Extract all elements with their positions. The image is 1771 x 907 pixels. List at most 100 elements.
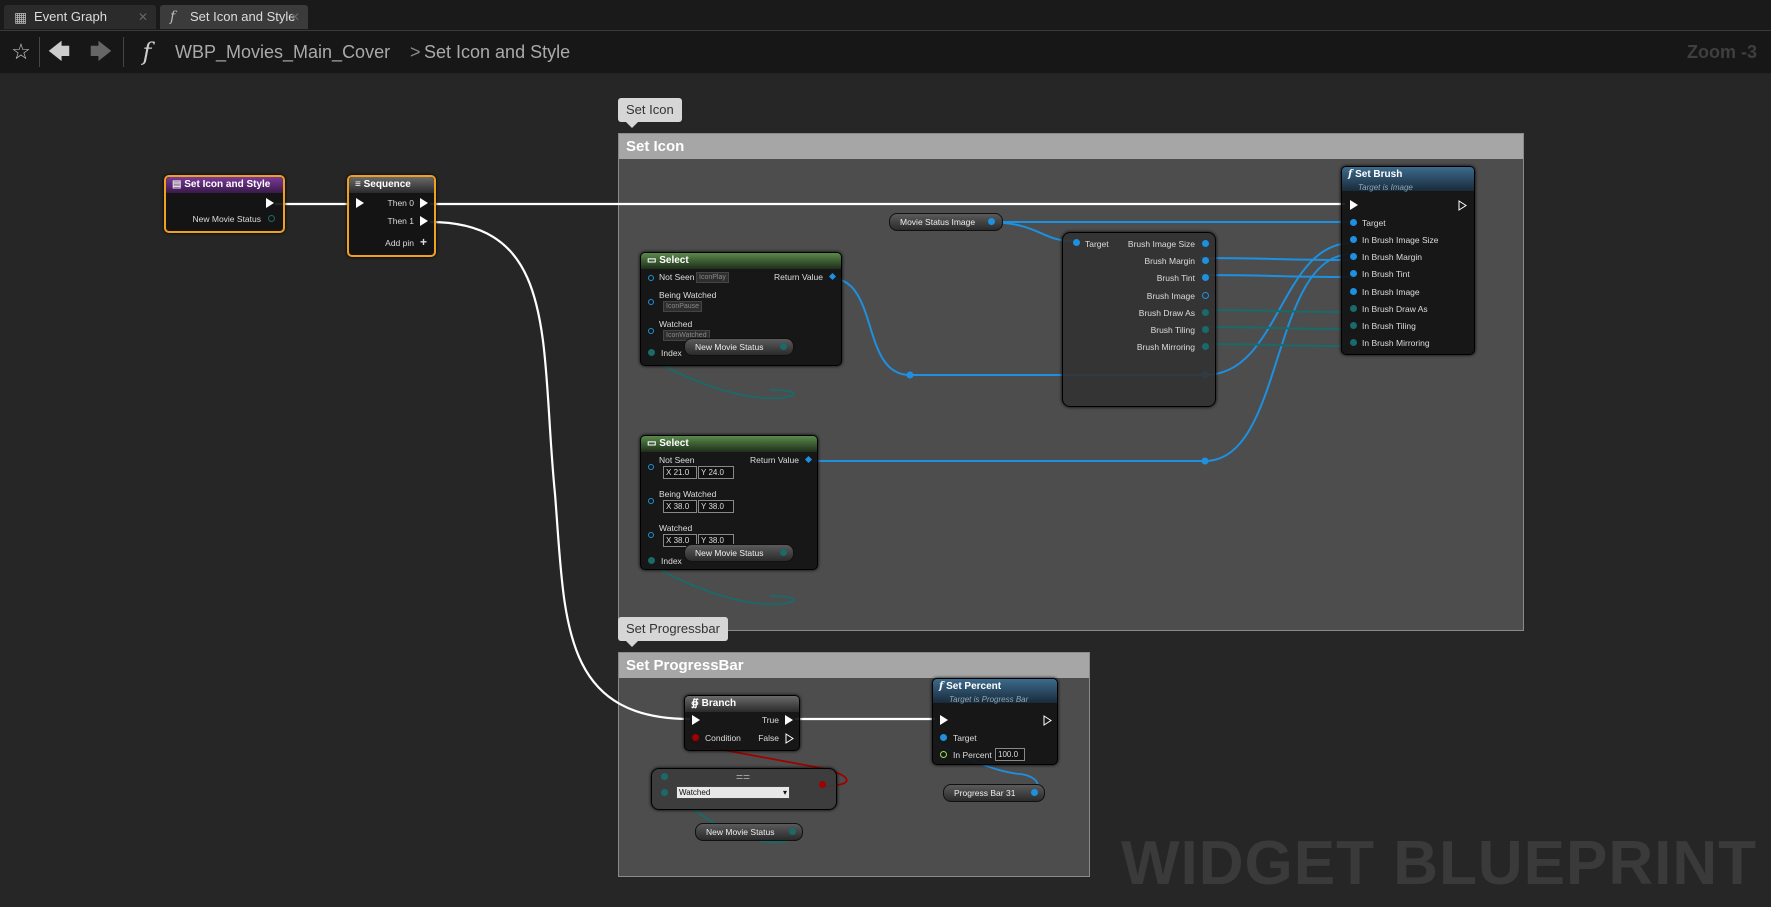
forward-arrow-icon[interactable]: 🡆 (86, 37, 116, 67)
pin-label: Return Value (774, 272, 823, 282)
new-movie-status-variable[interactable]: New Movie Status (684, 544, 794, 562)
object-out-pin[interactable] (988, 218, 995, 225)
asset-dropdown[interactable]: IconPlay (696, 272, 729, 283)
enum-dropdown[interactable]: Watched ▾ (676, 786, 790, 799)
option-in-pin[interactable] (648, 532, 654, 538)
margin-in-pin[interactable] (1350, 253, 1357, 260)
option-in-pin[interactable] (648, 299, 654, 305)
draw-as-out-pin[interactable] (1202, 309, 1209, 316)
progress-bar-variable[interactable]: Progress Bar 31 (943, 784, 1045, 802)
struct-out-pin[interactable] (789, 828, 796, 835)
pin-label: Brush Image (1146, 291, 1195, 301)
movie-status-image-variable[interactable]: Movie Status Image (889, 213, 1003, 231)
vector-out-pin[interactable] (1202, 240, 1209, 247)
enum-in-pin[interactable] (661, 773, 668, 780)
image-size-in-pin[interactable] (1350, 236, 1357, 243)
tab-label: Event Graph (34, 9, 107, 24)
tab-set-icon-and-style[interactable]: f Set Icon and Style ✕ (160, 5, 308, 29)
object-in-pin[interactable] (1073, 239, 1080, 246)
option-in-pin[interactable] (648, 328, 654, 334)
function-entry-node[interactable]: ▤ Set Icon and Style New Movie Status (164, 175, 285, 233)
widget-blueprint-watermark: WIDGET BLUEPRINT (1121, 829, 1757, 898)
x-field[interactable]: X 21.0 (663, 466, 697, 479)
image-out-pin[interactable] (1202, 292, 1209, 299)
add-pin-label[interactable]: Add pin (385, 238, 414, 248)
function-icon: f (170, 9, 176, 25)
tiling-in-pin[interactable] (1350, 322, 1357, 329)
node-header: ▭ Select (641, 253, 841, 269)
y-label: Y (701, 502, 707, 511)
graph-canvas[interactable]: Set Icon Set Icon Set Progressbar Set Pr… (0, 74, 1771, 907)
bool-out-pin[interactable] (819, 781, 826, 788)
y-field[interactable]: Y 24.0 (698, 466, 734, 479)
y-value: 24.0 (708, 468, 725, 477)
exec-out-pin[interactable] (266, 198, 274, 208)
struct-out-pin[interactable] (780, 549, 787, 556)
sequence-node[interactable]: ≡ Sequence Then 0 Then 1 Add pin + (347, 175, 436, 257)
node-subtitle: Target is Image (1358, 183, 1413, 192)
percent-input[interactable]: 100.0 (995, 748, 1025, 761)
pin-label: Index (661, 348, 682, 358)
chevron-down-icon: ▾ (782, 788, 787, 797)
close-icon[interactable]: ✕ (290, 5, 300, 29)
target-in-pin[interactable] (1350, 219, 1357, 226)
enum-in-pin[interactable] (661, 789, 668, 796)
float-in-pin[interactable] (940, 751, 947, 758)
node-title: == (736, 770, 751, 784)
variable-label: Progress Bar 31 (954, 788, 1016, 798)
pin-label: In Brush Draw As (1362, 304, 1428, 314)
mirroring-out-pin[interactable] (1202, 343, 1209, 350)
return-out-pin[interactable] (804, 455, 813, 464)
function-icon: f (1348, 169, 1353, 180)
mirroring-in-pin[interactable] (1350, 339, 1357, 346)
exec-out-pin[interactable] (420, 216, 428, 226)
exec-in-pin[interactable] (940, 715, 948, 725)
new-movie-status-variable[interactable]: New Movie Status (684, 338, 794, 356)
tint-out-pin[interactable] (1202, 274, 1209, 281)
break-slate-brush-node[interactable]: Target Brush Image Size Brush Margin Bru… (1062, 232, 1216, 407)
pin-label: Return Value (750, 455, 799, 465)
asset-dropdown[interactable]: IconPause (663, 301, 703, 312)
branch-node[interactable]: ∯ Branch True Condition False (684, 695, 800, 751)
draw-as-in-pin[interactable] (1350, 305, 1357, 312)
exec-out-pin[interactable] (1458, 200, 1467, 211)
tiling-out-pin[interactable] (1202, 326, 1209, 333)
margin-out-pin[interactable] (1202, 257, 1209, 264)
return-out-pin[interactable] (828, 272, 837, 281)
option-in-pin[interactable] (648, 464, 654, 470)
image-in-pin[interactable] (1350, 288, 1357, 295)
tab-event-graph[interactable]: ▦ Event Graph ✕ (4, 5, 156, 29)
index-in-pin[interactable] (648, 349, 655, 356)
pin-label: New Movie Status (192, 214, 262, 224)
new-movie-status-variable[interactable]: New Movie Status (695, 823, 803, 841)
option-in-pin[interactable] (648, 498, 654, 504)
exec-out-pin[interactable] (785, 733, 794, 744)
object-out-pin[interactable] (1031, 789, 1038, 796)
exec-out-pin[interactable] (420, 198, 428, 208)
index-in-pin[interactable] (648, 557, 655, 564)
plus-icon[interactable]: + (420, 235, 427, 249)
x-label: X (666, 502, 672, 511)
option-in-pin[interactable] (648, 275, 654, 281)
pin-label: Brush Image Size (1127, 239, 1195, 249)
tint-in-pin[interactable] (1350, 270, 1357, 277)
condition-in-pin[interactable] (692, 734, 699, 741)
struct-out-pin[interactable] (780, 343, 787, 350)
grid-icon: ▦ (14, 9, 28, 25)
equal-enum-node[interactable]: == Watched ▾ (651, 768, 837, 810)
exec-in-pin[interactable] (1350, 200, 1358, 210)
star-icon[interactable]: ☆ (6, 37, 36, 67)
y-field[interactable]: Y 38.0 (698, 500, 734, 513)
target-in-pin[interactable] (940, 734, 947, 741)
breadcrumb-root[interactable]: WBP_Movies_Main_Cover (175, 31, 390, 73)
exec-out-pin[interactable] (1043, 715, 1052, 726)
exec-in-pin[interactable] (356, 198, 364, 208)
exec-in-pin[interactable] (692, 715, 700, 725)
struct-out-pin[interactable] (268, 215, 275, 222)
back-arrow-icon[interactable]: 🡄 (44, 37, 74, 67)
exec-out-pin[interactable] (785, 715, 793, 725)
x-field[interactable]: X 38.0 (663, 500, 697, 513)
set-brush-node[interactable]: f Set Brush Target is Image Target In Bru… (1341, 166, 1475, 355)
set-percent-node[interactable]: f Set Percent Target is Progress Bar Targ… (932, 678, 1058, 765)
close-icon[interactable]: ✕ (138, 5, 148, 29)
